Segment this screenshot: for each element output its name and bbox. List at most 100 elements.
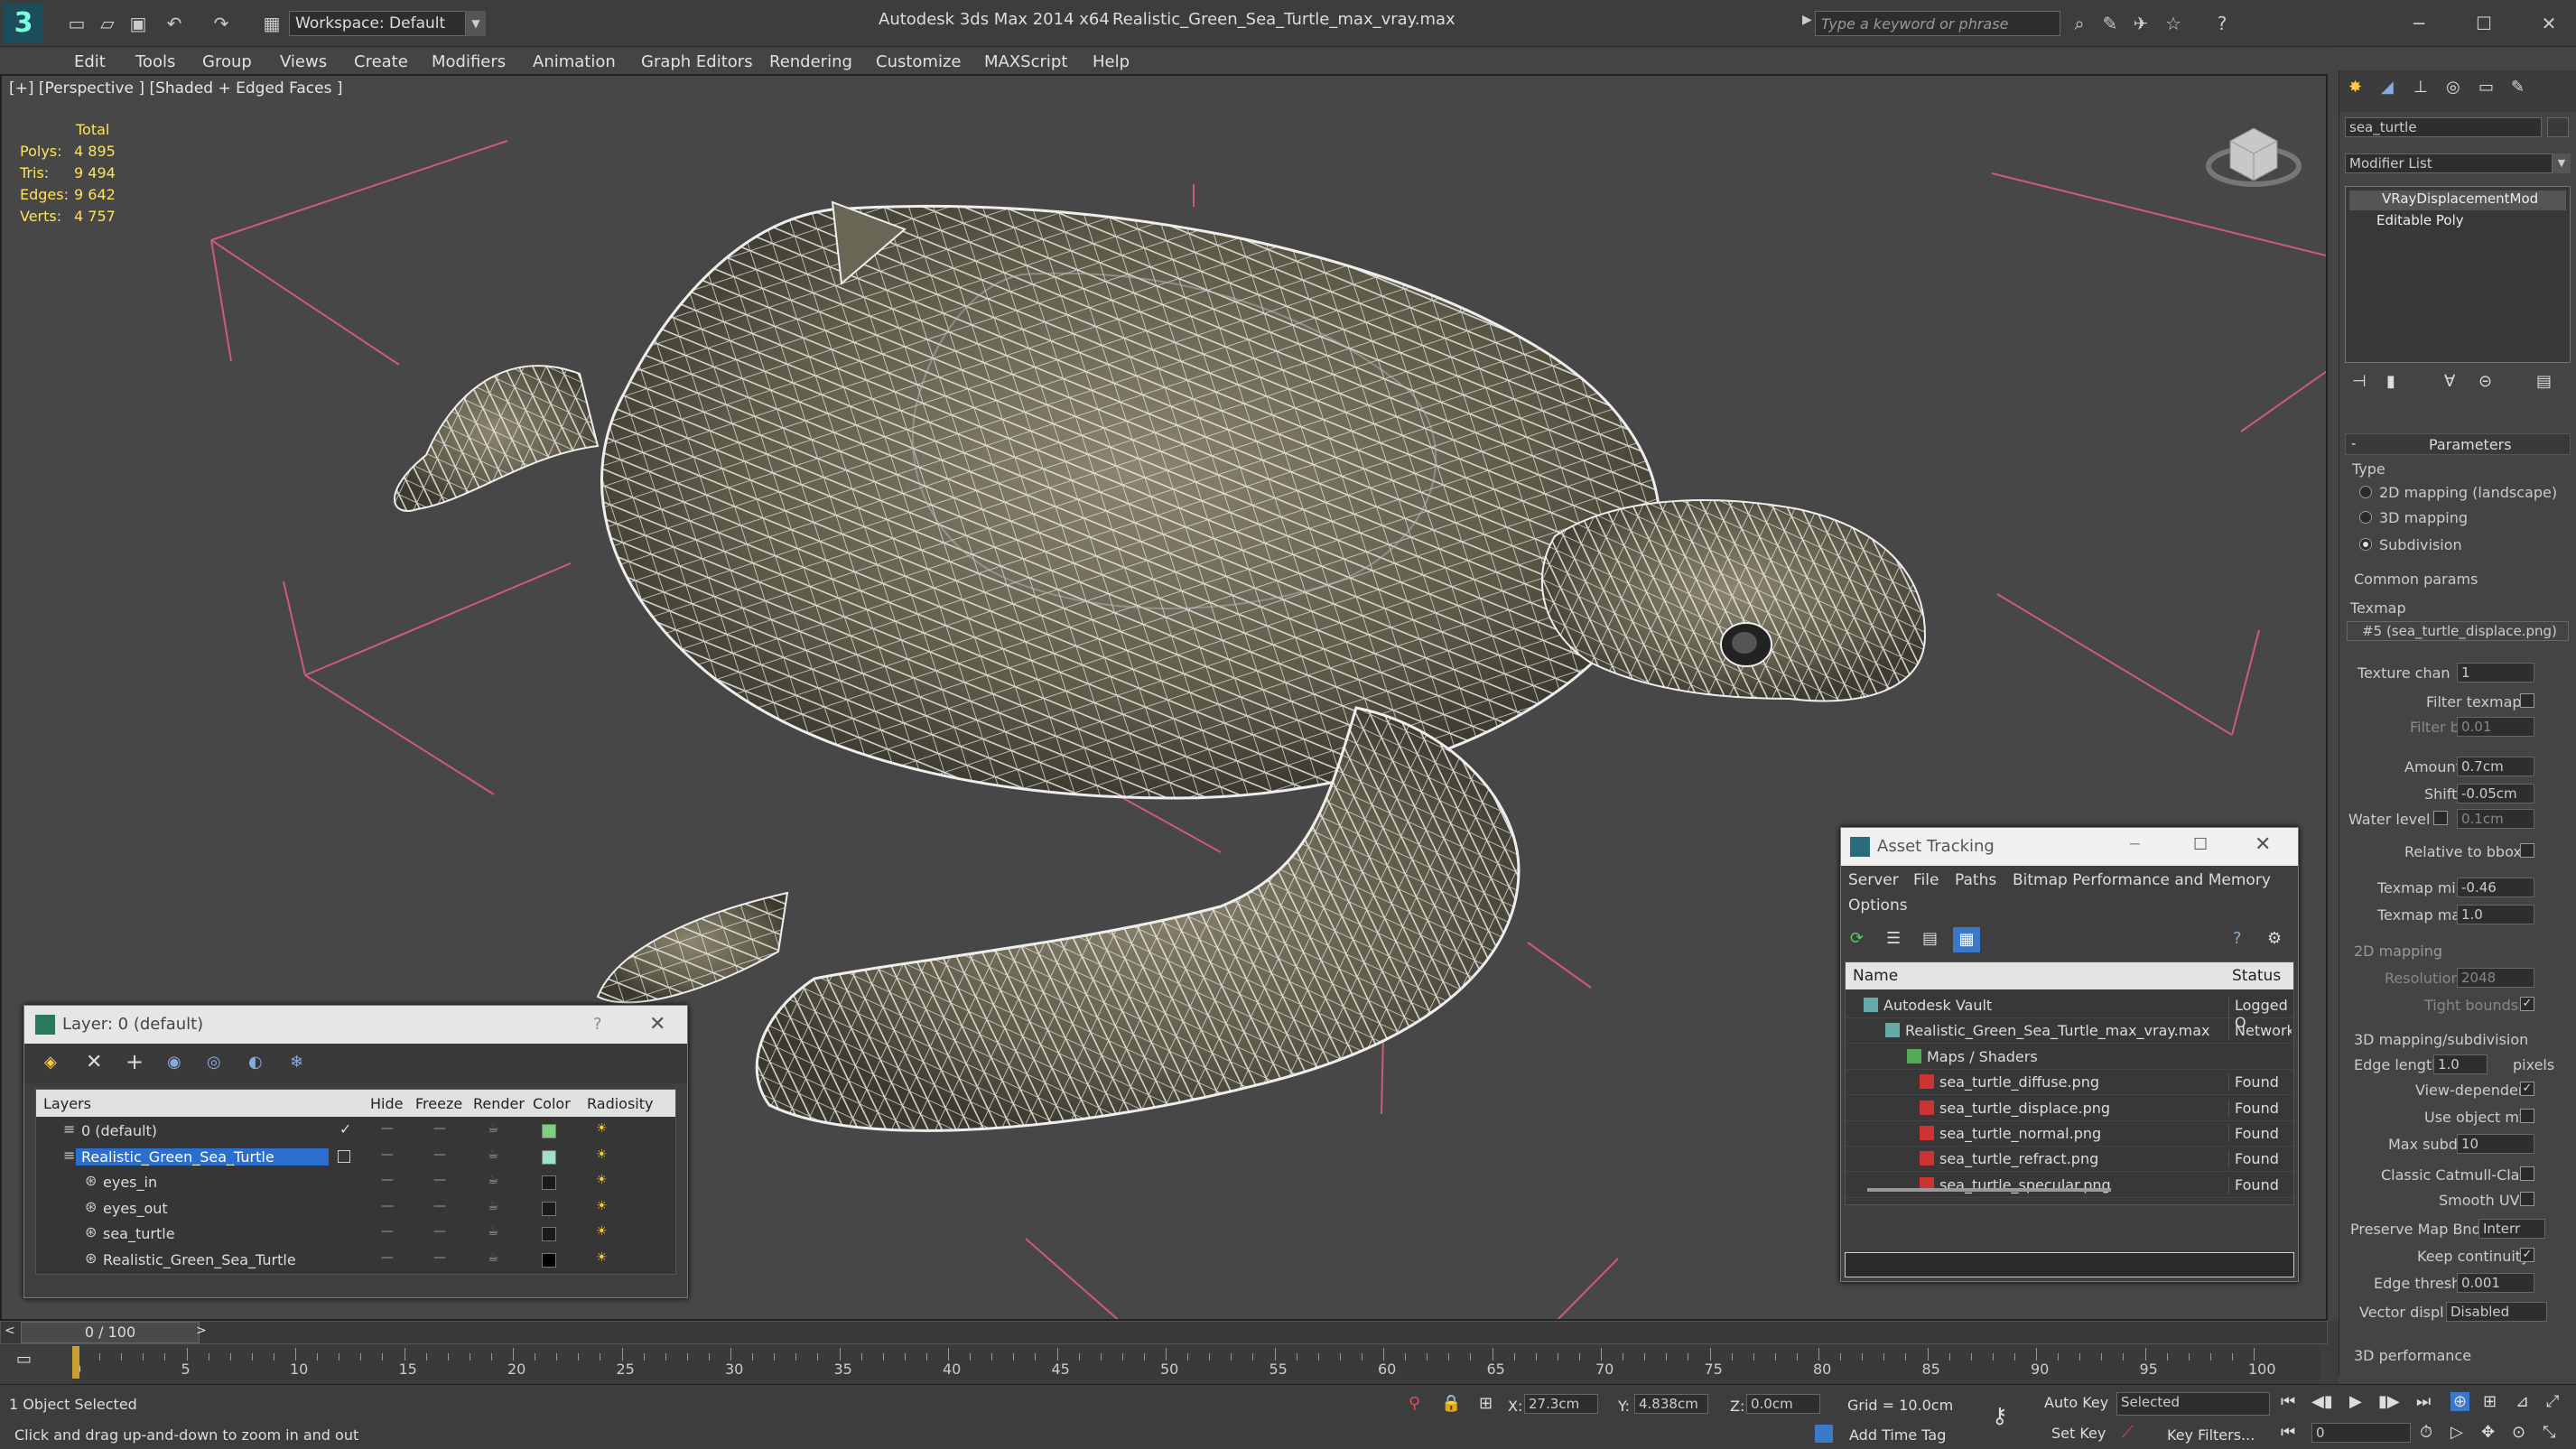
col-freeze[interactable]: Freeze xyxy=(415,1095,462,1112)
radiosity-toggle-icon[interactable]: ☀ xyxy=(596,1147,608,1162)
current-layer-checkbox[interactable] xyxy=(338,1149,350,1163)
radio-2d-mapping[interactable] xyxy=(2359,486,2372,498)
parameters-rollout-header[interactable]: - Parameters xyxy=(2345,433,2571,455)
shift-spinner[interactable]: -0.05cm xyxy=(2457,784,2534,803)
asset-window-titlebar[interactable]: Asset Tracking ─ ☐ ✕ xyxy=(1841,828,2298,866)
hide-toggle-icon[interactable]: — xyxy=(381,1224,394,1239)
configure-sets-icon[interactable]: ▤ xyxy=(2536,372,2552,391)
absolute-mode-icon[interactable]: ⊞ xyxy=(1479,1394,1493,1413)
water-level-spinner[interactable]: 0.1cm xyxy=(2457,809,2534,829)
open-file-icon[interactable]: ▱ xyxy=(94,10,121,37)
maximize-viewport-icon[interactable]: ⤢ xyxy=(2546,1392,2559,1411)
motion-tab-icon[interactable]: ◎ xyxy=(2446,78,2460,97)
zoom-extents-icon[interactable]: ⊞ xyxy=(2483,1392,2497,1411)
orbit-icon[interactable]: ✥ xyxy=(2481,1423,2495,1442)
freeze-toggle-icon[interactable]: — xyxy=(433,1173,446,1187)
menu-rendering[interactable]: Rendering xyxy=(769,52,852,71)
object-name-field[interactable]: sea_turtle xyxy=(2345,117,2542,137)
relative-bbox-checkbox[interactable] xyxy=(2520,843,2534,858)
zoom-icon[interactable]: ⊙ xyxy=(2512,1423,2525,1442)
layer-color-swatch[interactable] xyxy=(542,1149,556,1165)
menu-maxscript[interactable]: MAXScript xyxy=(984,52,1067,71)
col-layers[interactable]: Layers xyxy=(43,1095,91,1112)
col-render[interactable]: Render xyxy=(473,1095,525,1112)
filter-texmap-checkbox[interactable] xyxy=(2520,693,2534,708)
layer-color-swatch[interactable] xyxy=(542,1124,556,1138)
render-toggle-icon[interactable]: ☕ xyxy=(488,1224,499,1239)
layer-row[interactable]: ⊛ sea_turtle — — ☕ ☀ xyxy=(36,1221,675,1247)
menu-edit[interactable]: Edit xyxy=(74,52,106,71)
search-input[interactable]: Type a keyword or phrase xyxy=(1815,11,2060,36)
texmap-button[interactable]: #5 (sea_turtle_displace.png) xyxy=(2347,621,2569,641)
col-color[interactable]: Color xyxy=(533,1095,571,1112)
layer-window-titlebar[interactable]: Layer: 0 (default) ? ✕ xyxy=(24,1006,687,1044)
hide-toggle-icon[interactable]: — xyxy=(381,1147,394,1162)
maximize-icon[interactable]: ☐ xyxy=(2470,10,2497,37)
asset-menu-server[interactable]: Server xyxy=(1848,871,1899,889)
time-slider-prev-icon[interactable]: < xyxy=(5,1324,15,1338)
goto-start-icon[interactable]: ⏮ xyxy=(2281,1392,2295,1411)
asset-settings-icon[interactable]: ⚙ xyxy=(2267,929,2282,948)
asset-col-name[interactable]: Name xyxy=(1853,967,1898,985)
binoculars-icon[interactable]: ⌕ xyxy=(2066,10,2093,37)
new-file-icon[interactable]: ▭ xyxy=(63,10,90,37)
asset-row[interactable]: Autodesk Vault Logged O xyxy=(1846,993,2293,1031)
display-tab-icon[interactable]: ▭ xyxy=(2478,78,2494,97)
modify-tab-icon[interactable]: ◢ xyxy=(2381,78,2394,97)
asset-row[interactable]: sea_turtle_refract.png Found xyxy=(1846,1147,2293,1173)
tools-icon[interactable]: ✎ xyxy=(2097,10,2124,37)
render-toggle-icon[interactable]: ☕ xyxy=(488,1147,499,1162)
freeze-all-layers-icon[interactable]: ❄ xyxy=(290,1053,303,1072)
asset-row[interactable]: Realistic_Green_Sea_Turtle_max_vray.max N… xyxy=(1846,1018,2293,1045)
key-mode-icon[interactable]: ⏮ xyxy=(2281,1423,2295,1442)
menu-views[interactable]: Views xyxy=(280,52,327,71)
isolate-icon[interactable]: ⚲ xyxy=(1409,1394,1420,1413)
viewport-label[interactable]: [+] [Perspective ] [Shaded + Edged Faces… xyxy=(9,79,342,98)
menu-modifiers[interactable]: Modifiers xyxy=(432,52,506,71)
hide-toggle-icon[interactable]: — xyxy=(381,1250,394,1265)
workspace-dropdown[interactable]: Workspace: Default xyxy=(289,11,466,36)
field-of-view-icon[interactable]: ⊿ xyxy=(2516,1392,2529,1411)
auto-key-button[interactable]: Auto Key xyxy=(2044,1394,2108,1411)
render-toggle-icon[interactable]: ☕ xyxy=(488,1121,499,1136)
smooth-uvs-checkbox[interactable] xyxy=(2520,1192,2534,1206)
asset-row[interactable]: sea_turtle_specular.png Found xyxy=(1846,1173,2293,1198)
key-selection-dropdown[interactable]: Selected xyxy=(2116,1392,2270,1416)
asset-minimize-icon[interactable]: ─ xyxy=(2130,835,2140,854)
table-view-icon[interactable]: ▤ xyxy=(1922,929,1938,948)
use-object-mtl-checkbox[interactable] xyxy=(2520,1109,2534,1123)
freeze-toggle-icon[interactable]: — xyxy=(433,1250,446,1265)
utilities-tab-icon[interactable]: ✎ xyxy=(2511,78,2525,97)
asset-row[interactable]: sea_turtle_displace.png Found xyxy=(1846,1096,2293,1121)
hierarchy-tab-icon[interactable]: ⊥ xyxy=(2413,78,2428,97)
make-unique-icon[interactable]: ∀ xyxy=(2444,372,2455,391)
asset-help-icon[interactable]: ? xyxy=(2233,929,2242,948)
filter-blur-spinner[interactable]: 0.01 xyxy=(2457,717,2534,737)
add-to-layer-icon[interactable]: + xyxy=(126,1049,144,1074)
asset-menu-paths[interactable]: Paths xyxy=(1955,871,1996,889)
vector-displ-dropdown[interactable]: Disabled xyxy=(2446,1302,2547,1322)
y-coordinate-field[interactable]: 4.838cm xyxy=(1634,1394,1708,1414)
z-coordinate-field[interactable]: 0.0cm xyxy=(1746,1394,1820,1414)
next-frame-icon[interactable]: ▮▶ xyxy=(2378,1392,2400,1411)
keep-continuity-checkbox[interactable]: ✓ xyxy=(2520,1248,2534,1262)
asset-menu-bitmap[interactable]: Bitmap Performance and Memory xyxy=(2013,871,2271,889)
layer-color-swatch[interactable] xyxy=(542,1227,556,1242)
project-folder-icon[interactable]: ▦ xyxy=(258,10,285,37)
menu-create[interactable]: Create xyxy=(354,52,408,71)
layer-window-close-icon[interactable]: ✕ xyxy=(649,1013,665,1036)
asset-row[interactable]: Maps / Shaders xyxy=(1846,1045,2293,1070)
menu-animation[interactable]: Animation xyxy=(533,52,616,71)
render-toggle-icon[interactable]: ☕ xyxy=(488,1199,499,1213)
layer-window-help-button[interactable]: ? xyxy=(593,1015,602,1034)
save-icon[interactable]: ▣ xyxy=(125,10,152,37)
minimize-icon[interactable]: ─ xyxy=(2405,10,2432,37)
texture-chan-spinner[interactable]: 1 xyxy=(2457,663,2534,683)
track-bar[interactable]: 0510152025303540455055606570758085909510… xyxy=(72,1346,2320,1380)
amount-spinner[interactable]: 0.7cm xyxy=(2457,757,2534,776)
col-radiosity[interactable]: Radiosity xyxy=(587,1095,653,1112)
pan-view-icon[interactable]: ▷ xyxy=(2450,1423,2463,1442)
asset-maximize-icon[interactable]: ☐ xyxy=(2193,835,2208,854)
layer-row[interactable]: ⊛ eyes_in — — ☕ ☀ xyxy=(36,1170,675,1195)
set-keys-icon[interactable]: ⟋ xyxy=(2122,1423,2134,1442)
